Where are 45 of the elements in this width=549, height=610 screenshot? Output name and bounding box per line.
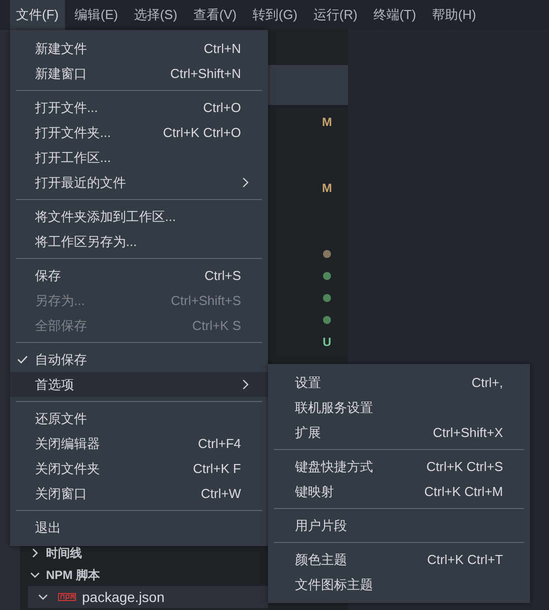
chevron-icon[interactable] — [38, 592, 48, 602]
menu-item[interactable]: 打开文件... Ctrl+O — [10, 95, 268, 120]
menu-item[interactable]: 将工作区另存为... — [10, 229, 268, 254]
menu-item[interactable]: 自动保存 — [10, 347, 268, 372]
git-status-letter: U — [322, 335, 332, 349]
menu-bar-item[interactable]: 终端(T) — [367, 0, 422, 30]
menu-bar-item[interactable]: 选择(S) — [128, 0, 184, 30]
menu-item[interactable]: 退出 — [10, 515, 268, 540]
menu-bar-item[interactable]: 文件(F) — [10, 0, 65, 30]
menu-item[interactable]: 设置 Ctrl+, — [268, 370, 530, 395]
menu-item[interactable]: 保存 Ctrl+S — [10, 263, 268, 288]
menu-item[interactable]: 联机服务设置 — [268, 395, 530, 420]
menu-bar-item[interactable]: 查看(V) — [187, 0, 243, 30]
menu-item[interactable]: 颜色主题 Ctrl+K Ctrl+T — [268, 547, 530, 572]
tree-item[interactable]: package.json — [28, 586, 268, 608]
menu-item[interactable]: 关闭编辑器 Ctrl+F4 — [10, 431, 268, 456]
npm-icon — [58, 593, 76, 601]
git-status-letter: M — [322, 115, 332, 129]
menu-item[interactable]: 关闭文件夹 Ctrl+K F — [10, 456, 268, 481]
menu-item[interactable]: 打开工作区... — [10, 145, 268, 170]
menu-bar-item[interactable]: 运行(R) — [307, 0, 364, 30]
menu-bar-item[interactable]: 帮助(H) — [426, 0, 482, 30]
chevron-icon[interactable] — [30, 570, 40, 580]
chevron-right-icon — [242, 177, 249, 188]
menu-item[interactable]: 首选项 — [10, 372, 268, 397]
menu-item[interactable]: 用户片段 — [268, 513, 530, 538]
menu-item[interactable]: 键映射 Ctrl+K Ctrl+M — [268, 479, 530, 504]
section-header[interactable]: 时间线 — [46, 544, 82, 562]
menu-item[interactable]: 将文件夹添加到工作区... — [10, 204, 268, 229]
menu-item[interactable]: 打开文件夹... Ctrl+K Ctrl+O — [10, 120, 268, 145]
menu-item[interactable]: 新建窗口 Ctrl+Shift+N — [10, 61, 268, 86]
menu-item[interactable]: 扩展 Ctrl+Shift+X — [268, 420, 530, 445]
menu-bar-item[interactable]: 转到(G) — [246, 0, 304, 30]
menu-bar-item[interactable]: 编辑(E) — [68, 0, 124, 30]
git-status-letter: M — [322, 181, 332, 195]
menu-item[interactable]: 键盘快捷方式 Ctrl+K Ctrl+S — [268, 454, 530, 479]
section-header[interactable]: NPM 脚本 — [46, 566, 100, 584]
menu-item[interactable]: 打开最近的文件 — [10, 170, 268, 195]
chevron-icon[interactable] — [30, 548, 40, 558]
menu-item[interactable]: 还原文件 — [10, 406, 268, 431]
checkmark-icon — [17, 355, 28, 364]
chevron-right-icon — [242, 379, 249, 390]
menu-item[interactable]: 关闭窗口 Ctrl+W — [10, 481, 268, 506]
menu-item[interactable]: 新建文件 Ctrl+N — [10, 36, 268, 61]
menu-item[interactable]: 文件图标主题 — [268, 572, 530, 597]
